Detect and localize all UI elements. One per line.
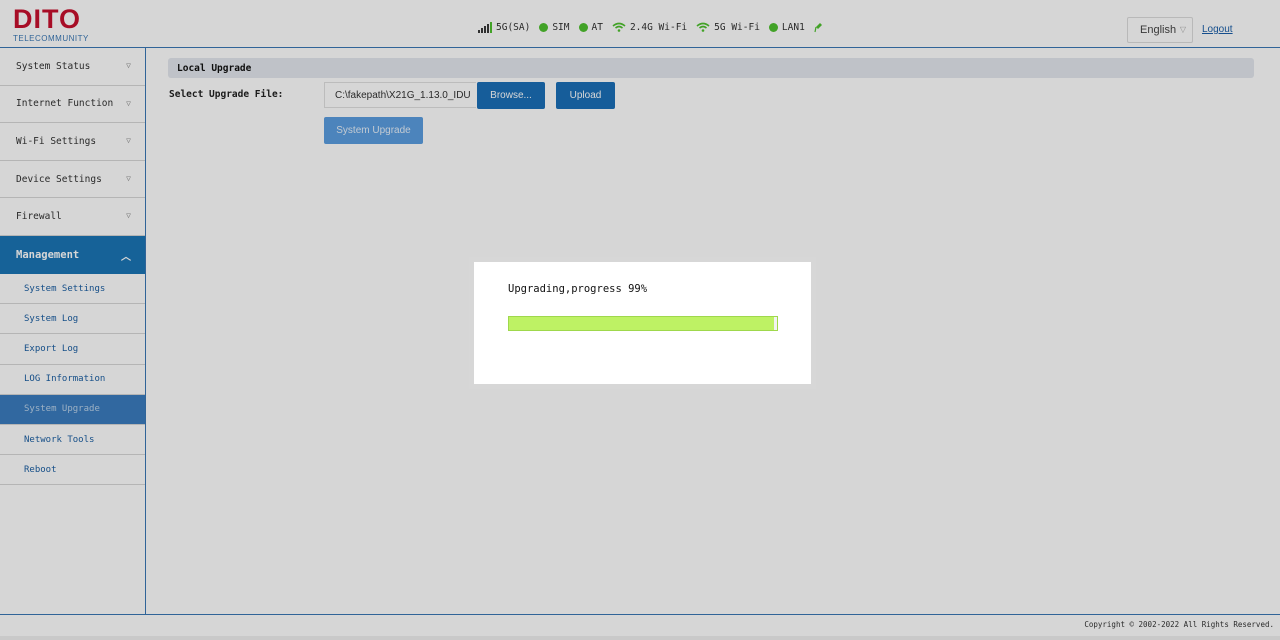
upgrade-progress-dialog: Upgrading,progress 99% [474,262,811,384]
progress-text: Upgrading,progress 99% [508,283,648,295]
progress-bar-fill [509,317,775,330]
progress-bar [508,316,778,331]
